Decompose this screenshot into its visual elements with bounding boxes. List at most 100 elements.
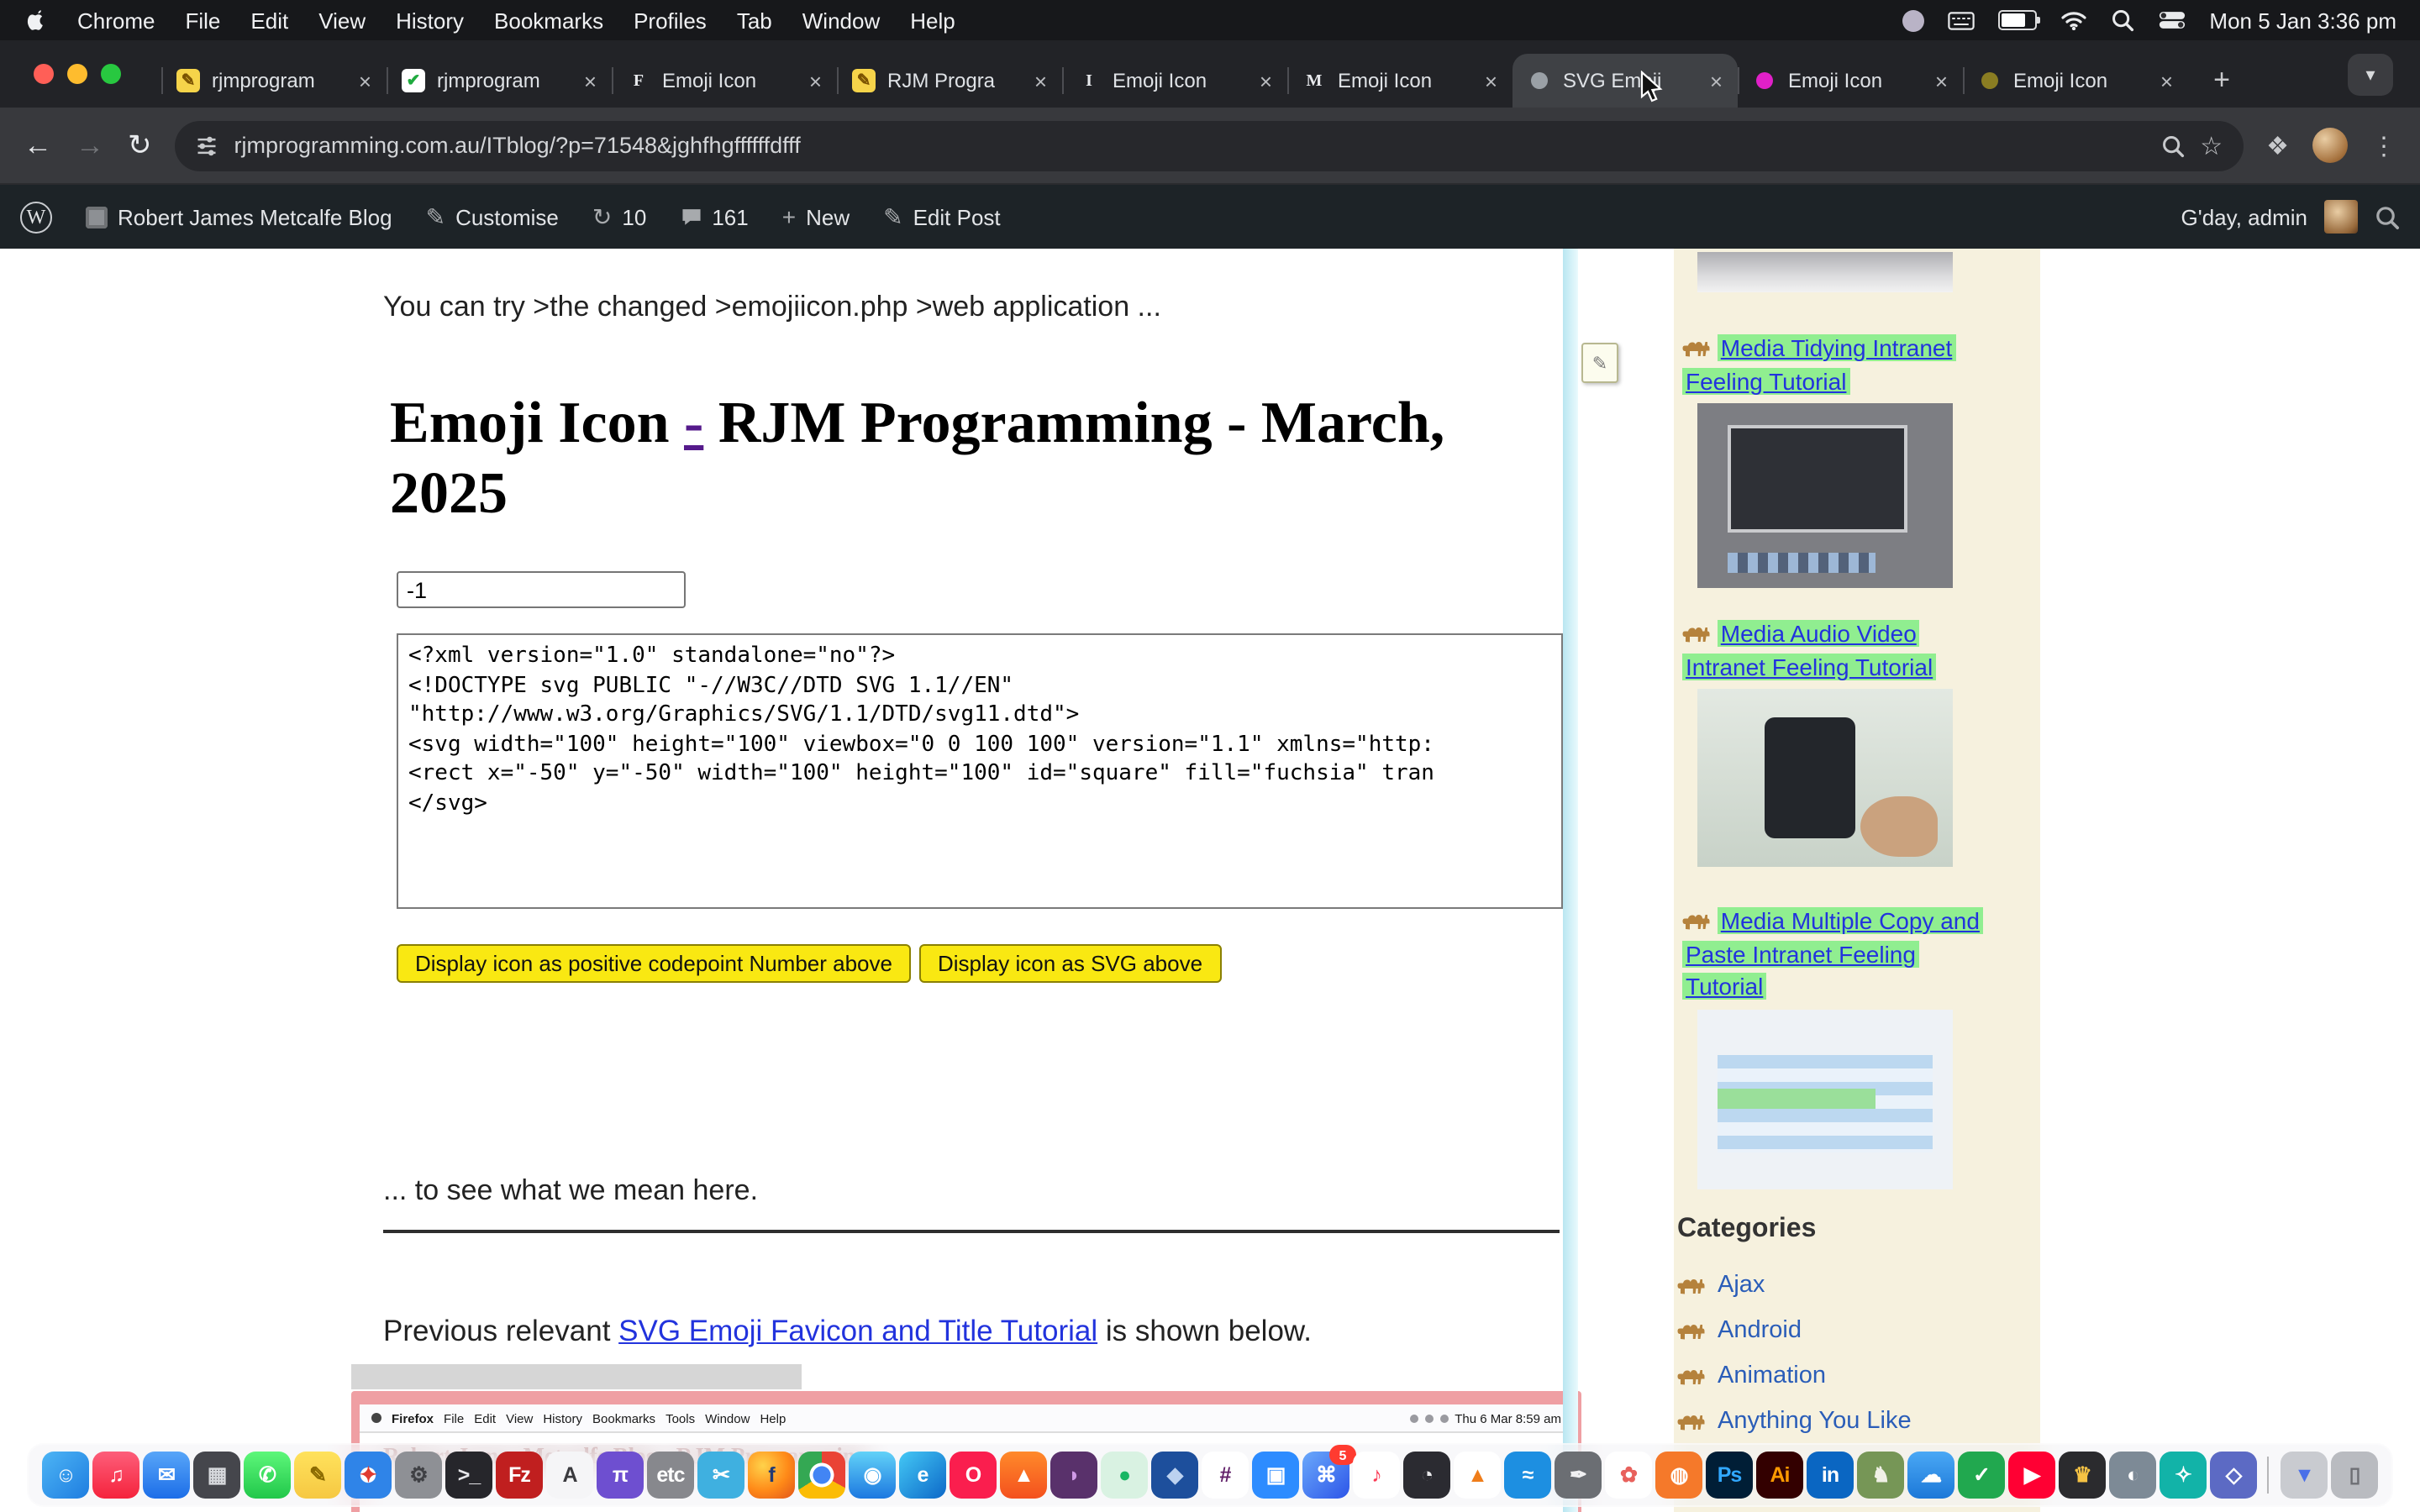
profile-avatar[interactable]	[2312, 128, 2348, 163]
codepoint-input[interactable]	[397, 571, 686, 608]
forward-button[interactable]: →	[76, 129, 104, 162]
adminbar-updates[interactable]: ↻ 10	[592, 202, 646, 231]
display-number-button[interactable]: Display icon as positive codepoint Numbe…	[397, 944, 911, 983]
edit-note-icon[interactable]: ✎	[1581, 343, 1618, 383]
tutorial-link[interactable]: Media Tidying Intranet Feeling Tutorial	[1682, 334, 1955, 394]
adminbar-greeting[interactable]: G'day, admin	[2181, 204, 2307, 229]
tutorial-link[interactable]: Media Audio Video Intranet Feeling Tutor…	[1682, 620, 1936, 680]
dock-app-icon[interactable]: Ai	[1756, 1452, 1803, 1499]
previous-tutorial-link[interactable]: SVG Emoji Favicon and Title Tutorial	[618, 1313, 1097, 1347]
menu-item[interactable]: Profiles	[634, 8, 707, 33]
browser-tab[interactable]: I Emoji Icon ×	[1062, 54, 1287, 108]
browser-tab[interactable]: SVG Emoji ×	[1512, 54, 1738, 108]
wp-logo[interactable]: W	[20, 201, 52, 233]
url-text[interactable]: rjmprogramming.com.au/ITblog/?p=71548&jg…	[234, 133, 2147, 158]
dock-app-icon[interactable]: Ps	[1706, 1452, 1753, 1499]
new-tab-button[interactable]: +	[2198, 57, 2245, 104]
dock-app-icon[interactable]: ◇	[2210, 1452, 2257, 1499]
dock-app-icon[interactable]: ▣	[1252, 1452, 1299, 1499]
bookmark-star-icon[interactable]: ☆	[2200, 130, 2223, 160]
dock-app-icon[interactable]: ♪	[1353, 1452, 1400, 1499]
dock-app-icon[interactable]: e	[899, 1452, 946, 1499]
close-window-button[interactable]	[34, 64, 54, 84]
category-link[interactable]: Ajax	[1718, 1271, 1765, 1298]
tab-close-icon[interactable]: ×	[584, 68, 597, 93]
dock-app-icon[interactable]	[798, 1452, 845, 1499]
menu-item[interactable]: File	[186, 8, 221, 33]
dock-app-icon[interactable]: O	[950, 1452, 997, 1499]
menu-item[interactable]: View	[318, 8, 366, 33]
dock-app-icon[interactable]: ▶	[2008, 1452, 2055, 1499]
dock-app-icon[interactable]: ♛	[2059, 1452, 2106, 1499]
dock-app-icon[interactable]: ♫	[92, 1452, 139, 1499]
tab-close-icon[interactable]: ×	[1034, 68, 1047, 93]
dock-app-icon[interactable]: ⌘ 5	[1302, 1452, 1349, 1499]
chrome-menu-icon[interactable]: ⋮	[2371, 130, 2396, 160]
dock-app-icon[interactable]: ✧	[2160, 1452, 2207, 1499]
wifi-icon[interactable]	[2060, 10, 2086, 30]
maximize-window-button[interactable]	[101, 64, 121, 84]
tab-close-icon[interactable]: ×	[1935, 68, 1948, 93]
menu-item[interactable]: History	[396, 8, 464, 33]
dock-app-icon[interactable]: ◗	[1050, 1452, 1097, 1499]
dock-app-icon[interactable]: ▼	[2281, 1452, 2328, 1499]
dock-app-icon[interactable]: ✉	[143, 1452, 190, 1499]
site-settings-icon[interactable]	[196, 134, 219, 157]
dock-app-icon[interactable]: ◐	[2109, 1452, 2156, 1499]
control-center-icon[interactable]	[2157, 10, 2186, 30]
menu-item[interactable]: Tab	[737, 8, 772, 33]
dock-app-icon[interactable]: ▦	[193, 1452, 240, 1499]
address-bar[interactable]: rjmprogramming.com.au/ITblog/?p=71548&jg…	[176, 120, 2244, 171]
dock-app-icon[interactable]: π	[597, 1452, 644, 1499]
dock-app-icon[interactable]: ◉	[849, 1452, 896, 1499]
tab-close-icon[interactable]: ×	[1260, 68, 1272, 93]
dock-app-icon[interactable]: ✂	[697, 1452, 744, 1499]
tab-close-icon[interactable]: ×	[359, 68, 371, 93]
category-link[interactable]: Android	[1718, 1316, 1802, 1343]
adminbar-site-name[interactable]: Robert James Metcalfe Blog	[86, 204, 392, 229]
menu-item[interactable]: Bookmarks	[494, 8, 603, 33]
dock-app-icon[interactable]: ✒	[1555, 1452, 1602, 1499]
tab-close-icon[interactable]: ×	[2160, 68, 2173, 93]
dock-app-icon[interactable]: ⚙	[395, 1452, 442, 1499]
apple-logo-icon[interactable]	[24, 8, 47, 32]
tutorial-link[interactable]: Media Multiple Copy and Paste Intranet F…	[1682, 907, 1983, 1000]
menu-item[interactable]: Chrome	[77, 8, 155, 33]
menu-item[interactable]: Help	[910, 8, 955, 33]
svg-code-textarea[interactable]: <?xml version="1.0" standalone="no"?> <!…	[397, 633, 1563, 909]
dock-app-icon[interactable]: ✓	[1958, 1452, 2005, 1499]
battery-icon[interactable]	[1997, 10, 2036, 30]
category-link[interactable]: Anything You Like	[1718, 1407, 1912, 1434]
display-svg-button[interactable]: Display icon as SVG above	[919, 944, 1221, 983]
menu-item[interactable]: Edit	[250, 8, 288, 33]
dock-app-icon[interactable]: ◍	[1655, 1452, 1702, 1499]
spotlight-icon[interactable]	[2110, 8, 2133, 32]
title-link[interactable]: -	[684, 391, 703, 456]
tutorial-thumbnail[interactable]	[1697, 689, 1953, 867]
tab-close-icon[interactable]: ×	[1710, 68, 1723, 93]
browser-tab[interactable]: F Emoji Icon ×	[612, 54, 837, 108]
dock-app-icon[interactable]: ☺	[42, 1452, 89, 1499]
dock-app-icon[interactable]: f	[748, 1452, 795, 1499]
dock-app-icon[interactable]: ◔	[1403, 1452, 1450, 1499]
minimize-window-button[interactable]	[67, 64, 87, 84]
adminbar-customise[interactable]: ✎ Customise	[426, 202, 559, 231]
browser-tab[interactable]: M Emoji Icon ×	[1287, 54, 1512, 108]
adminbar-new[interactable]: + New	[782, 203, 850, 230]
tab-close-icon[interactable]: ×	[1485, 68, 1497, 93]
adminbar-search-icon[interactable]	[2375, 204, 2400, 229]
admin-avatar[interactable]	[2324, 200, 2358, 234]
tab-search-button[interactable]: ▾	[2348, 54, 2393, 96]
tutorial-thumbnail[interactable]	[1697, 403, 1953, 588]
dock-app-icon[interactable]: A	[546, 1452, 593, 1499]
menu-bar-clock[interactable]: Mon 5 Jan 3:36 pm	[2209, 8, 2396, 33]
dock-app-icon[interactable]: ✎	[294, 1452, 341, 1499]
tab-close-icon[interactable]: ×	[809, 68, 822, 93]
adminbar-edit-post[interactable]: ✎ Edit Post	[883, 202, 1001, 231]
dock-app-icon[interactable]: ▲	[1454, 1452, 1501, 1499]
dock-app-icon[interactable]: in	[1807, 1452, 1854, 1499]
zoom-icon[interactable]	[2161, 134, 2185, 157]
category-link[interactable]: Animation	[1718, 1362, 1826, 1389]
menu-item[interactable]: Window	[802, 8, 881, 33]
dock-app-icon[interactable]: ▯	[2331, 1452, 2378, 1499]
